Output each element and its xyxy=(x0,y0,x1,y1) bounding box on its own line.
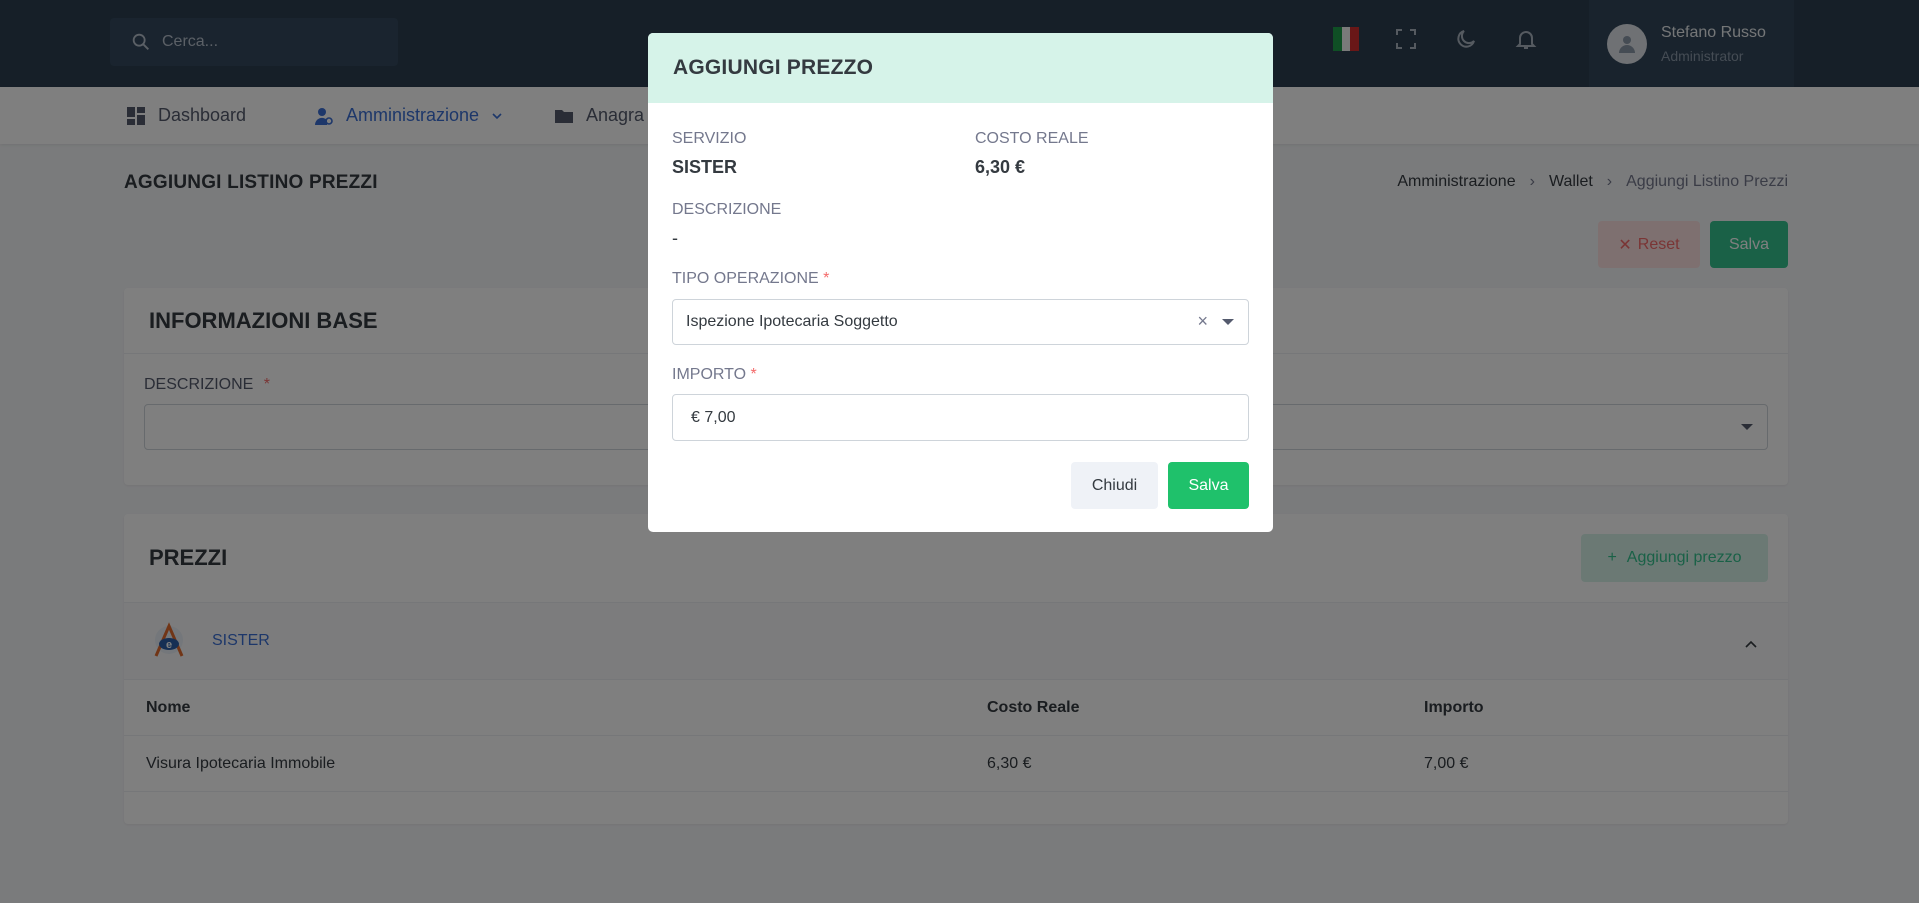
clear-icon[interactable]: × xyxy=(1197,311,1208,332)
tipo-operazione-value: Ispezione Ipotecaria Soggetto xyxy=(686,313,898,330)
close-button[interactable]: Chiudi xyxy=(1071,462,1158,509)
costo-reale-value: 6,30 € xyxy=(975,157,1026,177)
servizio-value: SISTER xyxy=(672,157,738,177)
tipo-operazione-label: TIPO OPERAZIONE * xyxy=(672,270,830,287)
importo-input[interactable]: € 7,00 xyxy=(672,394,1249,441)
servizio-label: SERVIZIO xyxy=(672,130,747,147)
costo-reale-label: COSTO REALE xyxy=(975,130,1089,147)
required-mark: * xyxy=(823,270,830,287)
required-mark: * xyxy=(750,366,757,383)
add-price-modal: AGGIUNGI PREZZO SERVIZIO SISTER COSTO RE… xyxy=(648,33,1273,532)
descrizione-label: DESCRIZIONE xyxy=(672,201,782,218)
tipo-operazione-select[interactable]: Ispezione Ipotecaria Soggetto × xyxy=(672,299,1249,345)
caret-down-icon[interactable] xyxy=(1222,319,1234,325)
descrizione-value: - xyxy=(672,228,678,248)
importo-label: IMPORTO * xyxy=(672,366,757,383)
importo-value: € 7,00 xyxy=(691,408,736,426)
modal-save-button[interactable]: Salva xyxy=(1168,462,1249,509)
modal-title: AGGIUNGI PREZZO xyxy=(648,33,1273,103)
